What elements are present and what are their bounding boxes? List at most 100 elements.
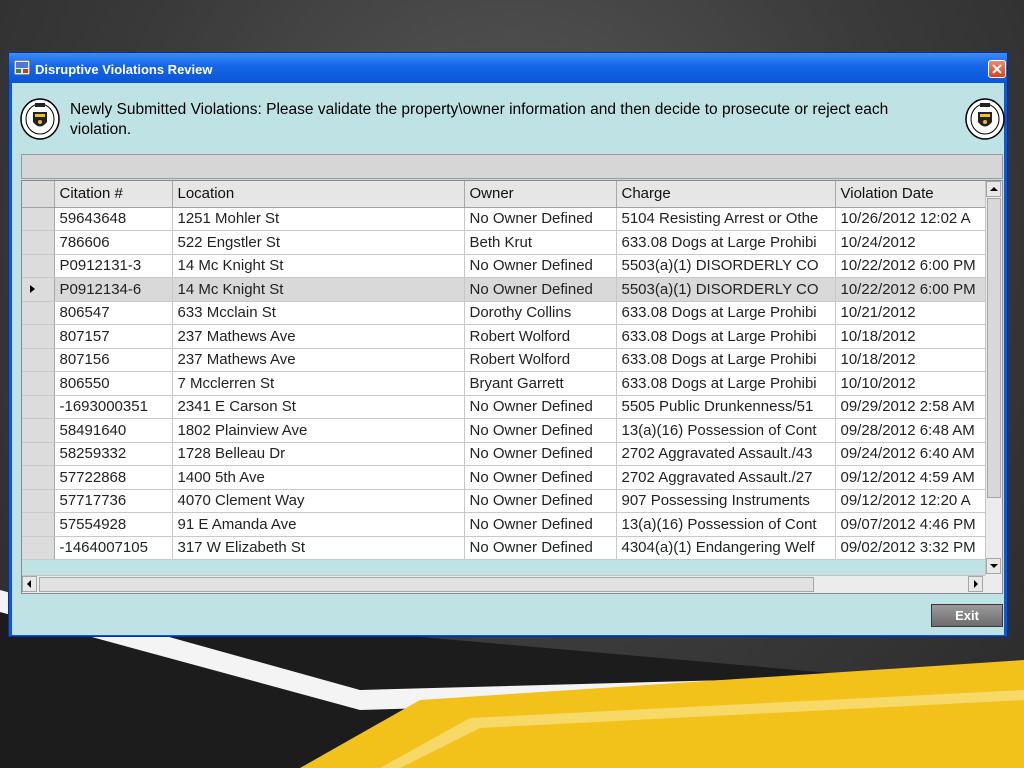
cell-charge[interactable]: 2702 Aggravated Assault./27	[616, 465, 836, 490]
row-selector[interactable]	[22, 512, 55, 537]
cell-violation-date[interactable]: 09/28/2012 6:48 AM	[835, 418, 986, 443]
cell-charge[interactable]: 633.08 Dogs at Large Prohibi	[616, 230, 836, 255]
cell-owner[interactable]: No Owner Defined	[464, 442, 617, 466]
cell-charge[interactable]: 633.08 Dogs at Large Prohibi	[616, 348, 836, 372]
cell-violation-date[interactable]: 10/24/2012	[835, 230, 986, 255]
cell-location[interactable]: 14 Mc Knight St	[172, 277, 465, 302]
cell-citation[interactable]: 807156	[54, 348, 173, 372]
horizontal-scrollbar[interactable]	[22, 575, 985, 593]
cell-citation[interactable]: P0912131-3	[54, 254, 173, 278]
row-selector[interactable]	[22, 418, 55, 443]
cell-owner[interactable]: No Owner Defined	[464, 254, 617, 278]
cell-location[interactable]: 1400 5th Ave	[172, 465, 465, 490]
cell-charge[interactable]: 633.08 Dogs at Large Prohibi	[616, 371, 836, 396]
cell-citation[interactable]: 58259332	[54, 442, 173, 466]
row-selector[interactable]	[22, 395, 55, 419]
cell-owner[interactable]: No Owner Defined	[464, 395, 617, 419]
cell-citation[interactable]: -1693000351	[54, 395, 173, 419]
cell-citation[interactable]: 786606	[54, 230, 173, 255]
horizontal-scroll-thumb[interactable]	[39, 577, 814, 592]
cell-violation-date[interactable]: 10/22/2012 6:00 PM	[835, 277, 986, 302]
row-selector[interactable]	[22, 207, 55, 231]
cell-citation[interactable]: 59643648	[54, 207, 173, 231]
cell-location[interactable]: 1251 Mohler St	[172, 207, 465, 231]
table-row[interactable]: 59643648 1251 Mohler St No Owner Defined 51…	[22, 207, 986, 231]
scroll-down-button[interactable]	[986, 558, 1001, 574]
table-row[interactable]: -1693000351 2341 E Carson St No Owner Defi…	[22, 395, 986, 419]
title-bar[interactable]: Disruptive Violations Review	[9, 53, 1007, 83]
vertical-scrollbar[interactable]	[985, 181, 1002, 575]
cell-location[interactable]: 522 Engstler St	[172, 230, 465, 255]
cell-charge[interactable]: 13(a)(16) Possession of Cont	[616, 512, 836, 537]
table-row[interactable]: P0912134-6 14 Mc Knight St No Owner Define…	[22, 277, 986, 302]
cell-violation-date[interactable]: 09/07/2012 4:46 PM	[835, 512, 986, 537]
vertical-scroll-thumb[interactable]	[987, 198, 1001, 498]
row-selector[interactable]	[22, 230, 55, 255]
cell-citation[interactable]: 57554928	[54, 512, 173, 537]
cell-owner[interactable]: Robert Wolford	[464, 324, 617, 349]
cell-location[interactable]: 1728 Belleau Dr	[172, 442, 465, 466]
scroll-up-button[interactable]	[986, 181, 1001, 197]
close-button[interactable]	[988, 60, 1006, 78]
cell-violation-date[interactable]: 10/26/2012 12:02 A	[835, 207, 986, 231]
cell-owner[interactable]: No Owner Defined	[464, 489, 617, 513]
cell-owner[interactable]: Beth Krut	[464, 230, 617, 255]
column-header-charge[interactable]: Charge	[616, 181, 836, 208]
cell-violation-date[interactable]: 10/22/2012 6:00 PM	[835, 254, 986, 278]
cell-charge[interactable]: 633.08 Dogs at Large Prohibi	[616, 324, 836, 349]
cell-citation[interactable]: 57722868	[54, 465, 173, 490]
row-selector[interactable]	[22, 254, 55, 278]
exit-button[interactable]: Exit	[931, 604, 1003, 627]
row-selector[interactable]	[22, 348, 55, 372]
cell-citation[interactable]: 57717736	[54, 489, 173, 513]
cell-charge[interactable]: 4304(a)(1) Endangering Welf	[616, 536, 836, 560]
table-row[interactable]: 786606 522 Engstler St Beth Krut 633.08 Dog…	[22, 230, 986, 255]
cell-charge[interactable]: 633.08 Dogs at Large Prohibi	[616, 301, 836, 325]
cell-charge[interactable]: 5503(a)(1) DISORDERLY CO	[616, 277, 836, 302]
cell-violation-date[interactable]: 09/29/2012 2:58 AM	[835, 395, 986, 419]
row-selector[interactable]	[22, 371, 55, 396]
cell-charge[interactable]: 907 Possessing Instruments	[616, 489, 836, 513]
cell-charge[interactable]: 5505 Public Drunkenness/51	[616, 395, 836, 419]
cell-location[interactable]: 237 Mathews Ave	[172, 324, 465, 349]
table-row[interactable]: 58491640 1802 Plainview Ave No Owner Defin…	[22, 418, 986, 443]
column-header-violation-date[interactable]: Violation Date	[835, 181, 986, 208]
row-selector[interactable]	[22, 324, 55, 349]
cell-citation[interactable]: 58491640	[54, 418, 173, 443]
cell-owner[interactable]: No Owner Defined	[464, 465, 617, 490]
table-row[interactable]: 58259332 1728 Belleau Dr No Owner Defined 2…	[22, 442, 986, 466]
column-header-owner[interactable]: Owner	[464, 181, 617, 208]
cell-owner[interactable]: Robert Wolford	[464, 348, 617, 372]
cell-location[interactable]: 237 Mathews Ave	[172, 348, 465, 372]
cell-location[interactable]: 633 Mcclain St	[172, 301, 465, 325]
scroll-right-button[interactable]	[968, 576, 983, 592]
cell-violation-date[interactable]: 09/12/2012 12:20 A	[835, 489, 986, 513]
table-row[interactable]: 807157 237 Mathews Ave Robert Wolford 633.0…	[22, 324, 986, 349]
cell-owner[interactable]: No Owner Defined	[464, 512, 617, 537]
table-row[interactable]: P0912131-3 14 Mc Knight St No Owner Define…	[22, 254, 986, 278]
cell-citation[interactable]: 806547	[54, 301, 173, 325]
table-row[interactable]: 57717736 4070 Clement Way No Owner Defined…	[22, 489, 986, 513]
cell-location[interactable]: 4070 Clement Way	[172, 489, 465, 513]
cell-violation-date[interactable]: 10/18/2012	[835, 324, 986, 349]
cell-owner[interactable]: No Owner Defined	[464, 207, 617, 231]
cell-violation-date[interactable]: 09/24/2012 6:40 AM	[835, 442, 986, 466]
cell-owner[interactable]: Dorothy Collins	[464, 301, 617, 325]
cell-violation-date[interactable]: 10/10/2012	[835, 371, 986, 396]
table-row[interactable]: 57554928 91 E Amanda Ave No Owner Defined 1…	[22, 512, 986, 537]
cell-owner[interactable]: No Owner Defined	[464, 277, 617, 302]
row-selector[interactable]	[22, 277, 55, 302]
table-row[interactable]: 57722868 1400 5th Ave No Owner Defined 2702…	[22, 465, 986, 490]
table-row[interactable]: 807156 237 Mathews Ave Robert Wolford 633.0…	[22, 348, 986, 372]
column-header-citation[interactable]: Citation #	[54, 181, 173, 208]
table-row[interactable]: 806550 7 Mcclerren St Bryant Garrett 633.08…	[22, 371, 986, 396]
cell-violation-date[interactable]: 10/21/2012	[835, 301, 986, 325]
cell-charge[interactable]: 2702 Aggravated Assault./43	[616, 442, 836, 466]
cell-violation-date[interactable]: 09/12/2012 4:59 AM	[835, 465, 986, 490]
row-selector[interactable]	[22, 465, 55, 490]
cell-location[interactable]: 91 E Amanda Ave	[172, 512, 465, 537]
cell-location[interactable]: 2341 E Carson St	[172, 395, 465, 419]
row-selector[interactable]	[22, 536, 55, 560]
cell-violation-date[interactable]: 09/02/2012 3:32 PM	[835, 536, 986, 560]
cell-owner[interactable]: Bryant Garrett	[464, 371, 617, 396]
